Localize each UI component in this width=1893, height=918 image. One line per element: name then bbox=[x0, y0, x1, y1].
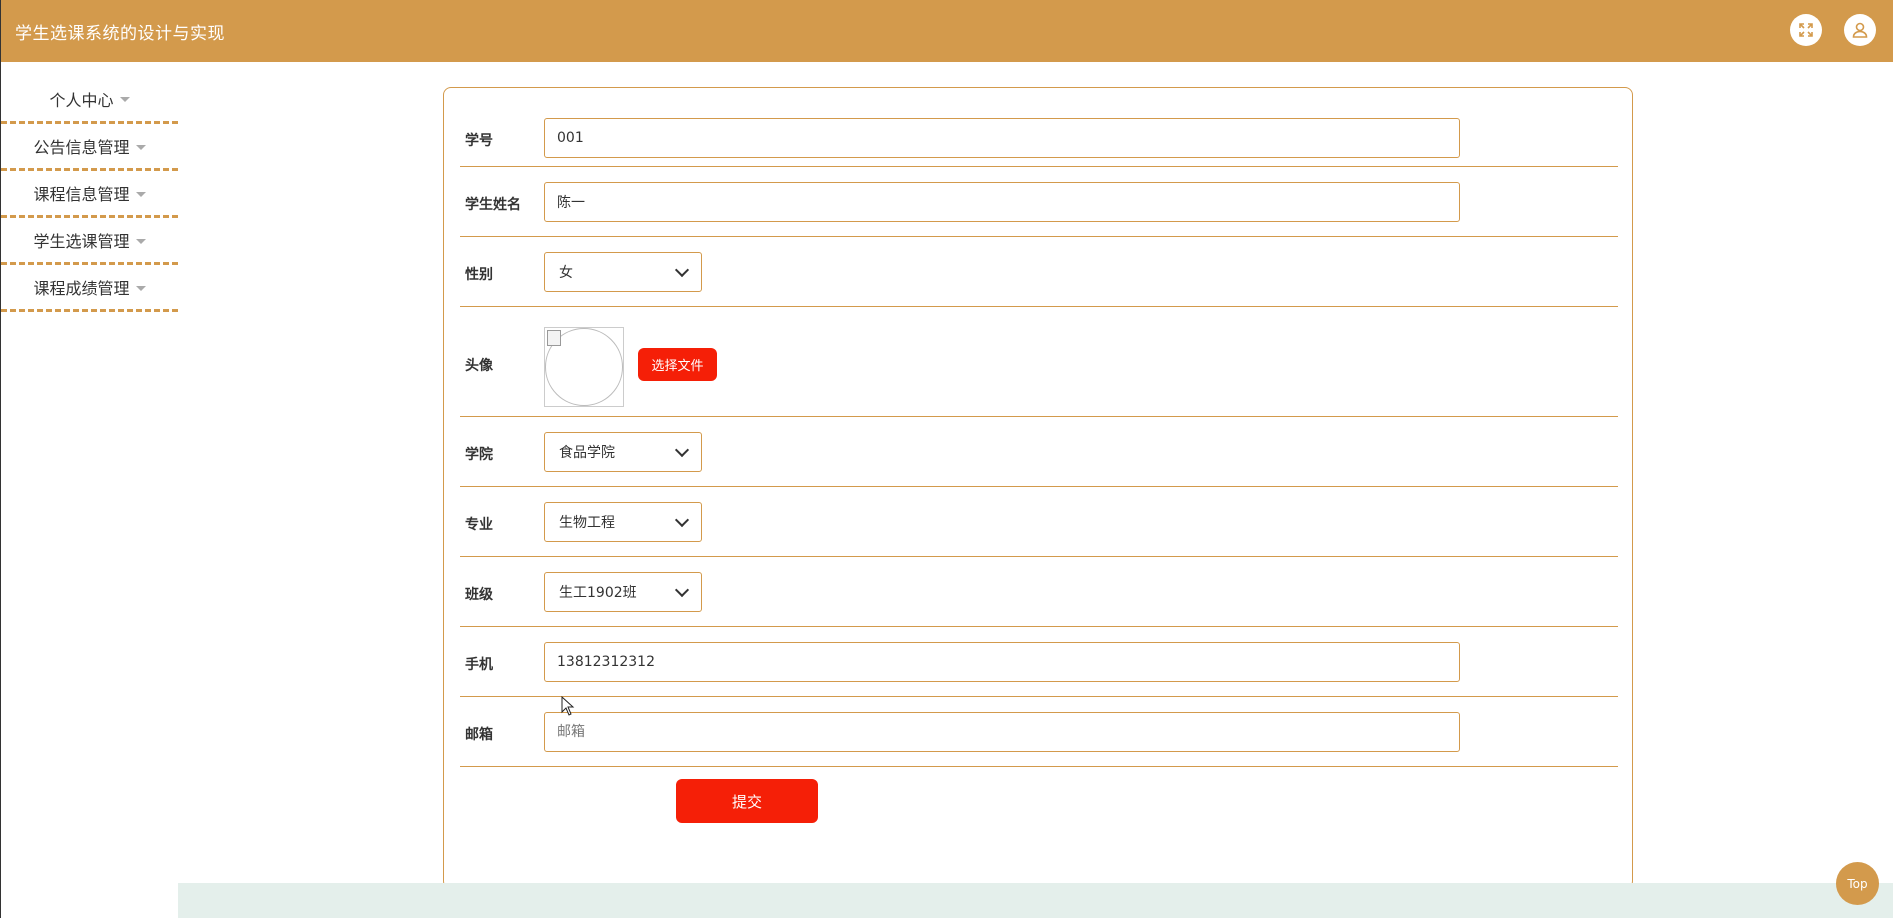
user-icon[interactable] bbox=[1844, 14, 1876, 46]
major-select[interactable]: 生物工程 bbox=[544, 502, 702, 542]
sidebar-item-announcements[interactable]: 公告信息管理 bbox=[1, 124, 178, 171]
name-input[interactable] bbox=[544, 182, 1460, 222]
email-label: 邮箱 bbox=[465, 727, 493, 743]
caret-down-icon bbox=[135, 238, 146, 244]
caret-down-icon bbox=[135, 144, 146, 150]
sidebar-item-label: 课程信息管理 bbox=[33, 185, 130, 204]
sidebar: 个人中心 公告信息管理 课程信息管理 学生选课管理 课程成绩管理 bbox=[1, 62, 178, 312]
form-row-gender: 性别 女 bbox=[460, 237, 1618, 307]
back-to-top-button[interactable]: Top bbox=[1836, 862, 1879, 905]
caret-down-icon bbox=[135, 191, 146, 197]
sidebar-item-label: 个人中心 bbox=[49, 90, 114, 110]
profile-form: 学号 学生姓名 性别 女 头像 选择文件 学院 食品学院 专业 生物工程 bbox=[443, 87, 1633, 889]
form-row-name: 学生姓名 bbox=[460, 167, 1618, 237]
sidebar-item-grades[interactable]: 课程成绩管理 bbox=[1, 265, 178, 312]
sidebar-item-courses[interactable]: 课程信息管理 bbox=[1, 171, 178, 218]
app-title: 学生选课系统的设计与实现 bbox=[15, 24, 225, 44]
form-row-class: 班级 生工1902班 bbox=[460, 557, 1618, 627]
avatar-preview bbox=[544, 327, 624, 407]
submit-button[interactable]: 提交 bbox=[676, 779, 818, 823]
mouse-cursor-icon bbox=[561, 696, 575, 716]
chevron-down-icon bbox=[674, 262, 690, 278]
avatar-label: 头像 bbox=[465, 358, 493, 374]
form-row-avatar: 头像 选择文件 bbox=[460, 307, 1618, 417]
fullscreen-icon[interactable] bbox=[1790, 14, 1822, 46]
college-value: 食品学院 bbox=[559, 445, 615, 461]
class-label: 班级 bbox=[465, 587, 493, 603]
student-no-input[interactable] bbox=[544, 118, 1460, 158]
college-label: 学院 bbox=[465, 447, 493, 463]
sidebar-item-label: 课程成绩管理 bbox=[33, 279, 130, 298]
caret-down-icon bbox=[119, 97, 130, 102]
top-header-bar: 学生选课系统的设计与实现 bbox=[0, 0, 1893, 62]
caret-down-icon bbox=[135, 285, 146, 291]
name-label: 学生姓名 bbox=[465, 197, 521, 213]
major-value: 生物工程 bbox=[559, 515, 615, 531]
chevron-down-icon bbox=[674, 512, 690, 528]
gender-value: 女 bbox=[559, 265, 573, 281]
sidebar-item-personal-center[interactable]: 个人中心 bbox=[1, 62, 178, 124]
chevron-down-icon bbox=[674, 442, 690, 458]
form-row-student-no: 学号 bbox=[460, 88, 1618, 167]
sidebar-item-label: 公告信息管理 bbox=[33, 138, 130, 157]
footer-strip bbox=[178, 883, 1893, 918]
sidebar-item-course-selection[interactable]: 学生选课管理 bbox=[1, 218, 178, 265]
phone-input[interactable] bbox=[544, 642, 1460, 682]
email-input[interactable] bbox=[544, 712, 1460, 752]
form-row-phone: 手机 bbox=[460, 627, 1618, 697]
chevron-down-icon bbox=[674, 582, 690, 598]
form-row-email: 邮箱 bbox=[460, 697, 1618, 767]
broken-image-icon bbox=[547, 330, 561, 346]
form-row-major: 专业 生物工程 bbox=[460, 487, 1618, 557]
sidebar-item-label: 学生选课管理 bbox=[33, 232, 130, 251]
form-row-college: 学院 食品学院 bbox=[460, 417, 1618, 487]
college-select[interactable]: 食品学院 bbox=[544, 432, 702, 472]
class-select[interactable]: 生工1902班 bbox=[544, 572, 702, 612]
choose-file-button[interactable]: 选择文件 bbox=[638, 348, 717, 381]
phone-label: 手机 bbox=[465, 657, 493, 673]
gender-select[interactable]: 女 bbox=[544, 252, 702, 292]
student-no-label: 学号 bbox=[465, 133, 493, 149]
class-value: 生工1902班 bbox=[559, 585, 637, 601]
major-label: 专业 bbox=[465, 517, 493, 533]
gender-label: 性别 bbox=[465, 267, 493, 283]
